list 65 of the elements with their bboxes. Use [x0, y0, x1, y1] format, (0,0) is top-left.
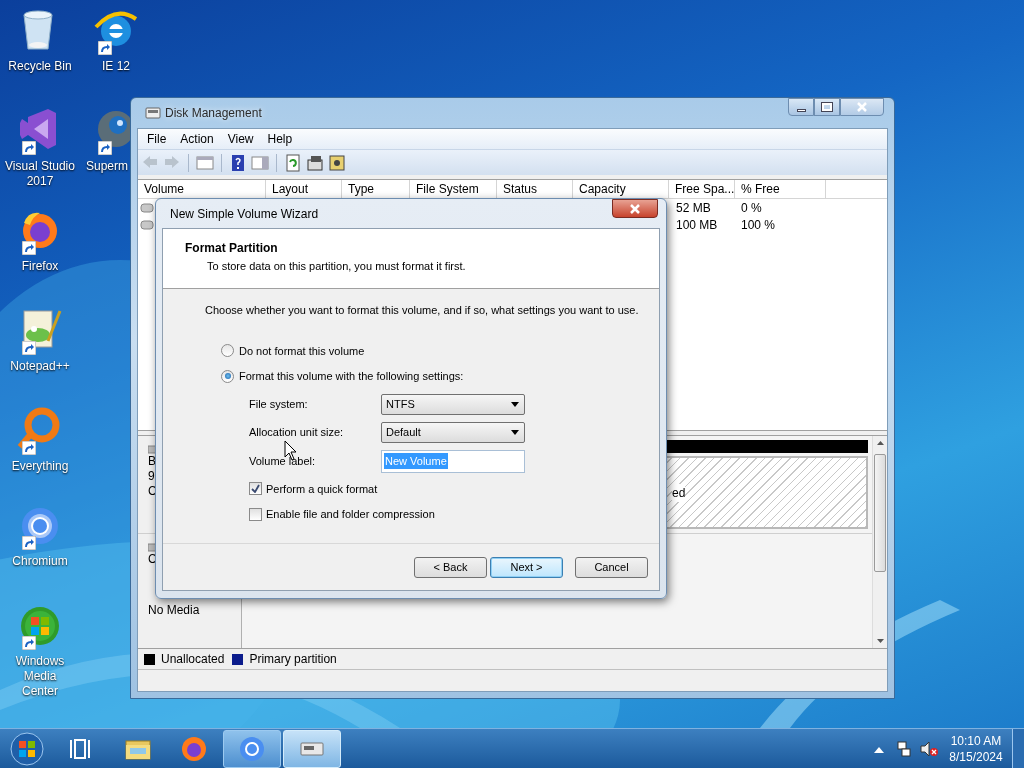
refresh-icon[interactable]	[284, 153, 302, 172]
check-icon	[251, 484, 260, 494]
dialog-title: New Simple Volume Wizard	[170, 205, 319, 223]
icon-label[interactable]: Firefox	[21, 259, 59, 274]
icon-label[interactable]: IE 12	[102, 59, 130, 74]
disk-drive-icon	[145, 105, 161, 121]
table-cell-text: 100 %	[740, 216, 777, 234]
network-icon[interactable]	[896, 740, 912, 757]
disk-label: 9	[148, 469, 156, 484]
menu-item[interactable]: Help	[260, 130, 300, 148]
legend-label: Primary partition	[249, 651, 337, 668]
icon-label[interactable]: Notepad++	[10, 359, 70, 374]
settings-icon[interactable]	[328, 153, 346, 172]
table-cell-text: 0 %	[740, 199, 763, 217]
dropdown[interactable]: NTFS	[381, 393, 525, 415]
icon-label[interactable]: Visual Studio 2017	[4, 159, 76, 189]
show-desktop-button[interactable]	[1012, 728, 1024, 768]
checkbox-option[interactable]: Perform a quick format	[249, 480, 659, 497]
dialog-heading: Format Partition	[185, 240, 279, 257]
field-label: Allocation unit size:	[249, 424, 345, 440]
scroll-thumb[interactable]	[874, 454, 886, 572]
muted-speaker-icon[interactable]	[920, 740, 938, 757]
icon-label[interactable]: Superm	[86, 159, 129, 174]
maximize-button[interactable]	[814, 98, 840, 116]
legend-label: Unallocated	[161, 651, 225, 668]
table-cell-text: 100 MB	[675, 216, 719, 234]
clock[interactable]: 10:10 AM 8/15/2024	[944, 732, 1008, 765]
help-icon[interactable]	[229, 153, 247, 172]
menu-item[interactable]: Action	[173, 130, 221, 148]
dialog-button[interactable]: Cancel	[575, 556, 648, 578]
dialog-button[interactable]: Next >	[490, 556, 563, 578]
dropdown[interactable]: Default	[381, 421, 525, 443]
checkbox-option[interactable]: Enable file and folder compression	[249, 506, 659, 523]
scroll-up-icon[interactable]	[876, 441, 884, 445]
dialog-button[interactable]: < Back	[414, 556, 487, 578]
minimize-button[interactable]	[788, 98, 814, 116]
field-label: File system:	[249, 396, 309, 412]
caret-icon	[511, 401, 519, 407]
icon-label[interactable]: Recycle Bin	[8, 59, 72, 74]
radio-option[interactable]: Do not format this volume	[221, 342, 659, 359]
scrollbar[interactable]	[872, 436, 887, 648]
field-label: Volume label:	[249, 453, 317, 469]
column-header[interactable]: % Free	[735, 180, 826, 198]
start-button[interactable]	[8, 729, 46, 768]
menu-item[interactable]: File	[140, 130, 174, 148]
volume-icon	[140, 202, 154, 213]
window-title: Disk Management	[165, 105, 262, 122]
dialog-subheading: To store data on this partition, you must format it first.	[207, 259, 467, 274]
properties-icon[interactable]	[306, 153, 324, 172]
volume-icon	[140, 219, 154, 230]
close-icon	[857, 102, 867, 112]
radio-option[interactable]: Format this volume with the following settings:	[221, 368, 659, 385]
windows-orb-icon	[9, 730, 45, 767]
table-cell-text: 52 MB	[675, 199, 712, 217]
menu-item[interactable]: View	[220, 130, 261, 148]
icon-label[interactable]: Everything	[11, 459, 69, 474]
disk-label: No Media	[148, 603, 201, 618]
scroll-down-icon[interactable]	[876, 639, 884, 643]
close-button[interactable]	[612, 199, 658, 218]
instruction-text: Choose whether you want to format this volume, and if so, what settings you want to use.	[205, 303, 640, 318]
taskbar-app-button[interactable]	[223, 729, 281, 768]
partition-label: ed	[672, 483, 686, 502]
disk-label: B	[148, 454, 157, 469]
close-icon	[630, 203, 640, 214]
column-header[interactable]: Free Spa...	[669, 180, 735, 198]
